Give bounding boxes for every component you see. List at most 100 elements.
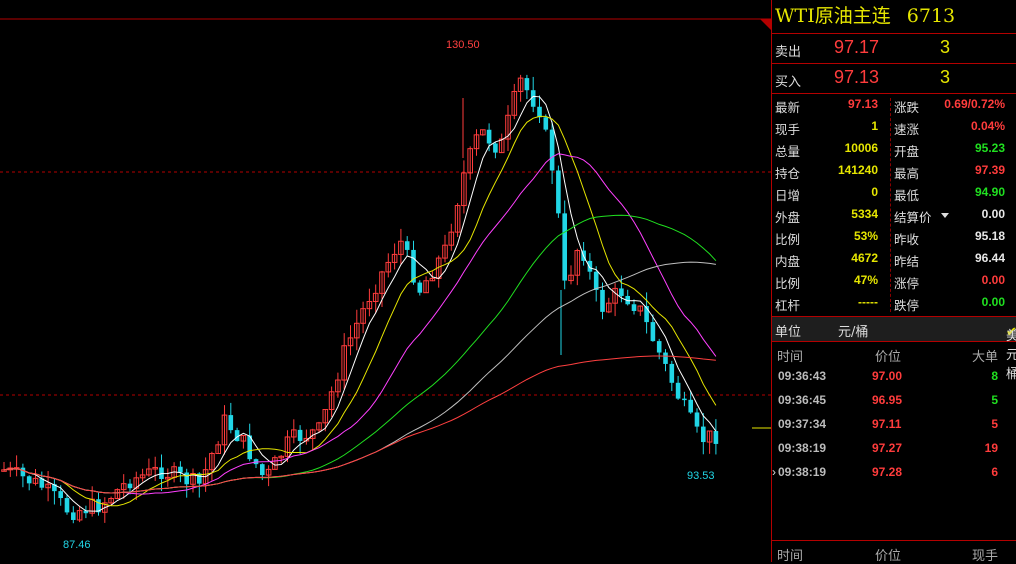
quote-row: 日增 0 最低 94.90 [772,182,1016,204]
sell-label: 卖出 [775,45,802,60]
quote-left-label: 总量 [775,144,801,159]
sell-price: 97.17 [834,37,880,57]
candle-body [228,415,234,431]
quote-left-value: 5334 [851,207,878,221]
candle-body [184,472,189,485]
candle-body [127,483,133,489]
tick-row[interactable]: 09:36:45 96.95 5 [772,388,1016,412]
unit-row: 单位 元/桶 ✔美元/桶 [772,317,1016,382]
quote-right-label: 昨结 [894,254,920,269]
tick-row[interactable]: › 09:38:19 97.28 6 [772,460,1016,484]
candle-body [556,170,561,214]
unit-label: 单位 [775,325,802,340]
quote-left-label: 日增 [775,188,801,203]
quote-right-label: 昨收 [894,232,920,247]
quote-row: 现手 1 速涨 0.04% [772,116,1016,138]
tick-volume: 5 [991,417,998,431]
low-price-label: 93.53 [687,470,715,482]
candle-body [417,282,423,293]
quote-row: 比例 47% 涨停 0.00 [772,270,1016,292]
tick-row[interactable]: 09:37:34 97.11 5 [772,412,1016,436]
quote-row: 杠杆 ----- 跌停 0.00 [772,292,1016,314]
ma120-line [3,355,716,494]
quote-right-value: 0.04% [970,119,1005,133]
candle-body [650,322,656,342]
ticks-header-volume: 大单 [971,350,998,365]
candle-body [537,106,542,118]
tick-time: 09:38:19 [778,465,827,479]
corner-marker-icon [760,19,771,30]
quote-right-label: 跌停 [894,298,920,313]
quote-left-value: 97.13 [847,97,878,111]
dropdown-caret-icon[interactable] [938,207,949,222]
candle-body [619,288,624,296]
ticks-list[interactable]: 09:36:43 97.00 8 09:36:45 96.95 5 09:37:34 97.1… [772,364,1016,484]
quote-panel: WTI原油主连 6713 卖出 97.17 3 买入 97.13 3 最新 97.… [771,0,1016,564]
candle-body [682,398,687,401]
quote-left-value: 47% [853,273,878,287]
candle-body [178,466,183,473]
tick-price: 97.00 [872,369,903,383]
quote-left-label: 持仓 [775,166,801,181]
candle-body [493,143,498,153]
quote-left-value: 10006 [844,141,878,155]
quote-right-label: 涨停 [894,276,920,291]
candle-body [713,431,719,444]
candle-body [600,289,605,312]
candle-body [71,512,76,520]
candle-body [549,129,555,171]
quote-row: 总量 10006 开盘 95.23 [772,138,1016,160]
quote-row: 最新 97.13 涨跌 0.69/0.72% [772,94,1016,116]
instrument-title: WTI原油主连 6713 [772,0,1016,34]
candlestick-chart[interactable]: 130.50 93.53 87.46 [0,0,771,562]
quote-right-value: 94.90 [974,185,1005,199]
quote-right-label: 涨跌 [894,100,920,115]
chart-canvas[interactable] [0,0,771,562]
candle-body [669,363,675,383]
quote-left-label: 内盘 [775,254,801,269]
tick-time: 09:38:19 [778,441,827,455]
quote-right-label: 开盘 [894,144,920,159]
quote-right-label: 速涨 [894,122,920,137]
quote-right-label: 最低 [894,188,920,203]
quote-right-value: 95.23 [974,141,1005,155]
quote-left-value: 53% [853,229,878,243]
quote-row: 外盘 5334 结算价 0.00 [772,204,1016,226]
buy-row[interactable]: 买入 97.13 3 [772,64,1016,94]
candle-body [694,412,700,427]
candle-body [26,476,32,484]
candle-body [543,117,549,130]
candle-body [663,352,668,364]
candle-body [631,304,637,311]
sell-row[interactable]: 卖出 97.17 3 [772,34,1016,64]
high-price-label: 130.50 [446,39,480,51]
ticks-header-price: 价位 [875,350,902,365]
candle-body [701,426,706,443]
quote-right-label: 最高 [894,166,920,181]
tick-volume: 5 [991,393,998,407]
prior-low-price-label: 87.46 [63,539,91,551]
tick-row[interactable]: 09:38:19 97.27 19 [772,436,1016,460]
ticks2-header-time: 时间 [777,549,804,564]
quote-right-value: 0.00 [981,273,1005,287]
tick-row[interactable]: 09:36:43 97.00 8 [772,364,1016,388]
tick-time: 09:36:43 [778,369,827,383]
quote-left-value: 141240 [837,163,878,177]
buy-price: 97.13 [834,67,880,87]
ticks2-header: 时间 价位 现手 [772,540,1016,564]
candle-body [688,399,693,413]
candle-body [562,213,567,281]
quote-right-value: 96.44 [974,251,1005,265]
buy-label: 买入 [775,75,802,90]
candle-body [587,260,593,272]
sell-volume: 3 [940,37,951,57]
quote-left-label: 比例 [775,276,801,291]
quote-right-label: 结算价 [894,210,932,225]
ticks-header-time: 时间 [777,350,804,365]
candle-body [404,241,410,250]
quote-row: 内盘 4672 昨结 96.44 [772,248,1016,270]
ma20-line [3,153,717,495]
quote-left-label: 现手 [775,122,801,137]
quote-left-label: 最新 [775,100,801,115]
quote-left-value: 1 [871,119,878,133]
